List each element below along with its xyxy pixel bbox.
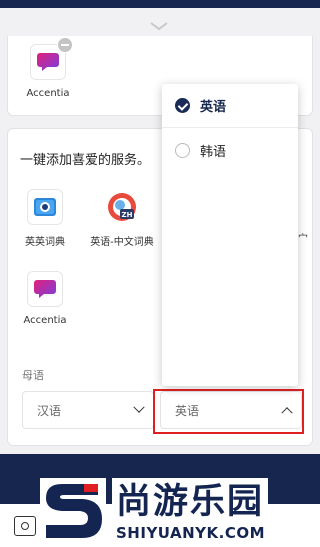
accentia-chat-icon [27, 271, 63, 307]
dictionary-camera-icon [27, 189, 63, 225]
sheet-collapse-handle-icon[interactable] [148, 20, 170, 32]
remove-icon[interactable] [57, 37, 73, 53]
watermark-title: 尚游乐园 [112, 478, 269, 526]
chevron-down-icon [133, 401, 145, 413]
zh-dictionary-icon: ZH [104, 189, 140, 225]
section-title: 一键添加喜爱的服务。 [20, 153, 151, 168]
peek-text: 宀 [298, 234, 308, 245]
app-label: Accentia [23, 315, 67, 326]
dropdown-option-english[interactable]: 英语 [162, 84, 298, 128]
radio-icon [175, 142, 190, 158]
accentia-chat-icon [30, 37, 73, 80]
app-label: 英英词典 [25, 237, 65, 248]
language-dropdown: 英语 韩语 [162, 84, 298, 386]
service-app-accentia[interactable]: Accentia [5, 271, 85, 326]
service-app-english-chinese-dictionary[interactable]: ZH 英语-中文词典 [82, 189, 162, 248]
app-label: 英语-中文词典 [90, 237, 154, 248]
option-label: 英语 [200, 100, 227, 115]
highlight-box [153, 389, 304, 434]
app-label: Accentia [26, 88, 70, 99]
watermark-logo [40, 478, 106, 547]
watermark: 尚游乐园 SHIYUANYK.COM [40, 478, 320, 547]
dropdown-option-korean[interactable]: 韩语 [162, 128, 298, 172]
added-app-accentia[interactable]: Accentia [8, 37, 88, 99]
native-language-label: 母语 [22, 369, 44, 382]
camera-icon[interactable] [14, 516, 36, 536]
select-value: 汉语 [37, 403, 62, 418]
watermark-subtitle: SHIYUANYK.COM [114, 524, 268, 542]
check-icon [175, 98, 190, 113]
option-label: 韩语 [200, 144, 227, 160]
service-app-english-dictionary[interactable]: 英英词典 [5, 189, 85, 248]
svg-text:ZH: ZH [122, 211, 133, 219]
native-language-select[interactable]: 汉语 [22, 391, 154, 429]
